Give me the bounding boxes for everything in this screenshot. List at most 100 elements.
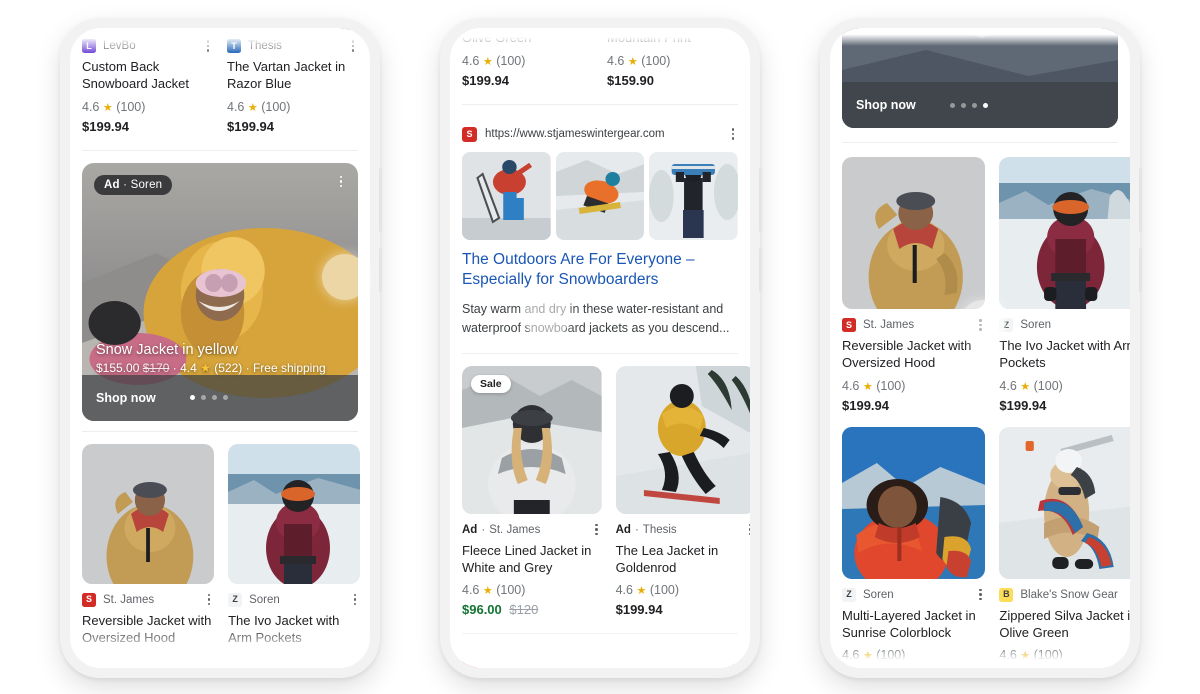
review-count: (100) (116, 99, 146, 114)
product-title[interactable]: The Vartan Jacket in Razor Blue (227, 58, 358, 93)
product-card[interactable]: T Thesis The Vartan Jacket in Razor Blue… (227, 28, 358, 140)
carousel-dot-4[interactable] (222, 395, 228, 401)
product-card[interactable]: Blizzard Jacket with Mountain Print 4.6 … (607, 28, 738, 94)
product-image[interactable] (842, 426, 986, 579)
shopping-ad-banner[interactable]: Double-Lined Insulated Jacket in... $96.… (842, 28, 1118, 128)
carousel-dot-2[interactable] (960, 102, 966, 108)
youtube-url[interactable]: https://www.youtube.com/jeromeemmet (485, 658, 720, 668)
product-title[interactable]: Reversible Jacket with Oversized Hood (842, 337, 985, 372)
product-title[interactable]: Fleece Lined Jacket in White and Grey (462, 542, 602, 577)
carousel-dots[interactable] (949, 102, 988, 108)
shopping-ad-banner[interactable]: Ad · Soren Snow Jacket in yellow $155.00… (82, 162, 358, 421)
product-price: $199.94 (227, 118, 274, 134)
product-title[interactable]: Custom Back Snowboard Jacket (82, 58, 213, 93)
phone-3-side-button-2[interactable] (1139, 248, 1142, 292)
carousel-dot-1[interactable] (189, 395, 195, 401)
ad-badge: Ad · Soren (94, 174, 173, 195)
carousel-dot-3[interactable] (211, 395, 217, 401)
review-count: (100) (496, 53, 526, 68)
ad-info: Double-Lined Insulated Jacket in... $96.… (842, 28, 1118, 80)
carousel-dot-1[interactable] (949, 102, 955, 108)
product-card[interactable]: Z Soren Multi-Layered Jacket in Sunrise … (842, 426, 986, 668)
phone-2-side-button[interactable] (759, 168, 762, 232)
product-price: $199.94 (615, 602, 663, 618)
phone-2-scroll[interactable]: Thin Tactical Jacket in Olive Green 4.6 … (450, 28, 750, 668)
star-icon: ★ (482, 585, 493, 598)
stjames-favicon-icon: S (462, 126, 477, 142)
product-title[interactable]: Blizzard Jacket with Mountain Print (607, 28, 738, 47)
carousel-dots[interactable] (189, 395, 228, 401)
product-title[interactable]: Reversible Jacket with Oversized Hood (82, 612, 214, 647)
youtube-url-row[interactable]: https://www.youtube.com/jeromeemmet (462, 646, 738, 668)
more-options-icon[interactable] (745, 523, 750, 537)
article-url-row[interactable]: S https://www.stjameswintergear.com (462, 117, 738, 150)
more-options-icon[interactable] (728, 657, 738, 668)
product-image[interactable] (615, 365, 750, 514)
product-card[interactable]: Z Soren The Ivo Jacket with Arm Pockets (228, 443, 361, 660)
product-rating: 4.6 ★ (100) (999, 379, 1130, 393)
star-icon: ★ (482, 55, 493, 68)
phone-2-side-button-2[interactable] (759, 248, 762, 292)
product-image[interactable] (842, 157, 986, 309)
phone-1-bottom-product-grid: S St. James Reversible Jacket with Overs… (82, 443, 361, 660)
more-options-icon[interactable] (975, 318, 985, 332)
more-options-icon[interactable] (203, 39, 213, 53)
rating-value: 4.6 (615, 583, 633, 598)
article-url[interactable]: https://www.stjameswintergear.com (485, 128, 720, 140)
article-description: Stay warm and dry in these water-resista… (462, 302, 730, 335)
rating-value: 4.6 (82, 99, 100, 114)
product-rating: 4.6 ★ (100) (82, 100, 213, 114)
article-thumbnail-1[interactable] (462, 151, 551, 240)
article-title[interactable]: The Outdoors Are For Everyone – Especial… (462, 250, 738, 292)
shop-now-button[interactable]: Shop now (96, 391, 156, 405)
article-thumbnail-3[interactable] (649, 151, 738, 240)
product-rating: 4.6 ★ (100) (227, 100, 358, 114)
phone-3-side-button[interactable] (1139, 168, 1142, 232)
star-icon: ★ (247, 101, 258, 114)
product-card[interactable]: S St. James Reversible Jacket with Overs… (842, 157, 986, 419)
shop-now-button[interactable]: Shop now (856, 98, 916, 112)
product-title[interactable]: Zippered Silva Jacket in Olive Green (999, 607, 1130, 642)
more-options-icon[interactable] (348, 39, 358, 53)
carousel-dot-4[interactable] (982, 102, 988, 108)
phone-1-scroll[interactable]: L LevBo Custom Back Snowboard Jacket 4.6… (70, 28, 370, 659)
product-card[interactable]: S St. James Reversible Jacket with Overs… (82, 443, 215, 660)
phone-3: Double-Lined Insulated Jacket in... $96.… (820, 18, 1142, 678)
product-rating: 4.6 ★ (100) (462, 583, 602, 597)
product-image[interactable] (228, 443, 361, 584)
product-image[interactable] (82, 28, 213, 30)
product-image[interactable] (82, 443, 215, 584)
product-card[interactable]: B Blake's Snow Gear Zippered Silva Jacke… (999, 426, 1130, 668)
product-image[interactable] (999, 426, 1130, 579)
product-title[interactable]: The Ivo Jacket with Arm Pockets (999, 337, 1130, 372)
blakes-logo-icon: B (999, 587, 1014, 602)
product-title[interactable]: The Lea Jacket in Goldenrod (616, 542, 750, 577)
product-title[interactable]: The Ivo Jacket with Arm Pockets (228, 612, 360, 647)
phone-1-side-button-2[interactable] (379, 248, 382, 292)
phone-1-side-button[interactable] (379, 168, 382, 232)
product-price: $159.90 (607, 72, 654, 88)
product-card[interactable]: Ad · Thesis The Lea Jacket in Goldenrod … (615, 365, 750, 624)
carousel-dot-3[interactable] (971, 102, 977, 108)
more-options-icon[interactable] (592, 523, 602, 537)
more-options-icon[interactable] (975, 588, 985, 602)
more-options-icon[interactable] (204, 593, 214, 607)
star-icon: ★ (627, 55, 638, 68)
carousel-dot-2[interactable] (200, 395, 206, 401)
product-card[interactable]: Z Soren The Ivo Jacket with Arm Pockets … (999, 157, 1130, 419)
product-card[interactable]: Sale Ad · St. James Fleece Lined Jacket … (462, 365, 602, 624)
product-title[interactable]: Thin Tactical Jacket in Olive Green (462, 28, 593, 47)
phone-3-scroll[interactable]: Double-Lined Insulated Jacket in... $96.… (830, 28, 1130, 668)
product-image[interactable] (999, 157, 1130, 309)
product-card[interactable]: L LevBo Custom Back Snowboard Jacket 4.6… (82, 28, 213, 140)
article-thumbnail-2[interactable] (555, 151, 645, 240)
more-options-icon[interactable] (728, 127, 738, 141)
product-card[interactable]: Thin Tactical Jacket in Olive Green 4.6 … (462, 28, 593, 94)
stjames-logo-icon: S (842, 318, 856, 332)
more-options-icon[interactable] (350, 593, 360, 607)
product-price: $199.94 (842, 667, 985, 668)
product-image[interactable] (227, 28, 358, 30)
product-title[interactable]: Multi-Layered Jacket in Sunrise Colorblo… (842, 607, 985, 642)
product-image[interactable]: Sale (462, 365, 602, 514)
more-options-icon[interactable] (336, 175, 346, 189)
